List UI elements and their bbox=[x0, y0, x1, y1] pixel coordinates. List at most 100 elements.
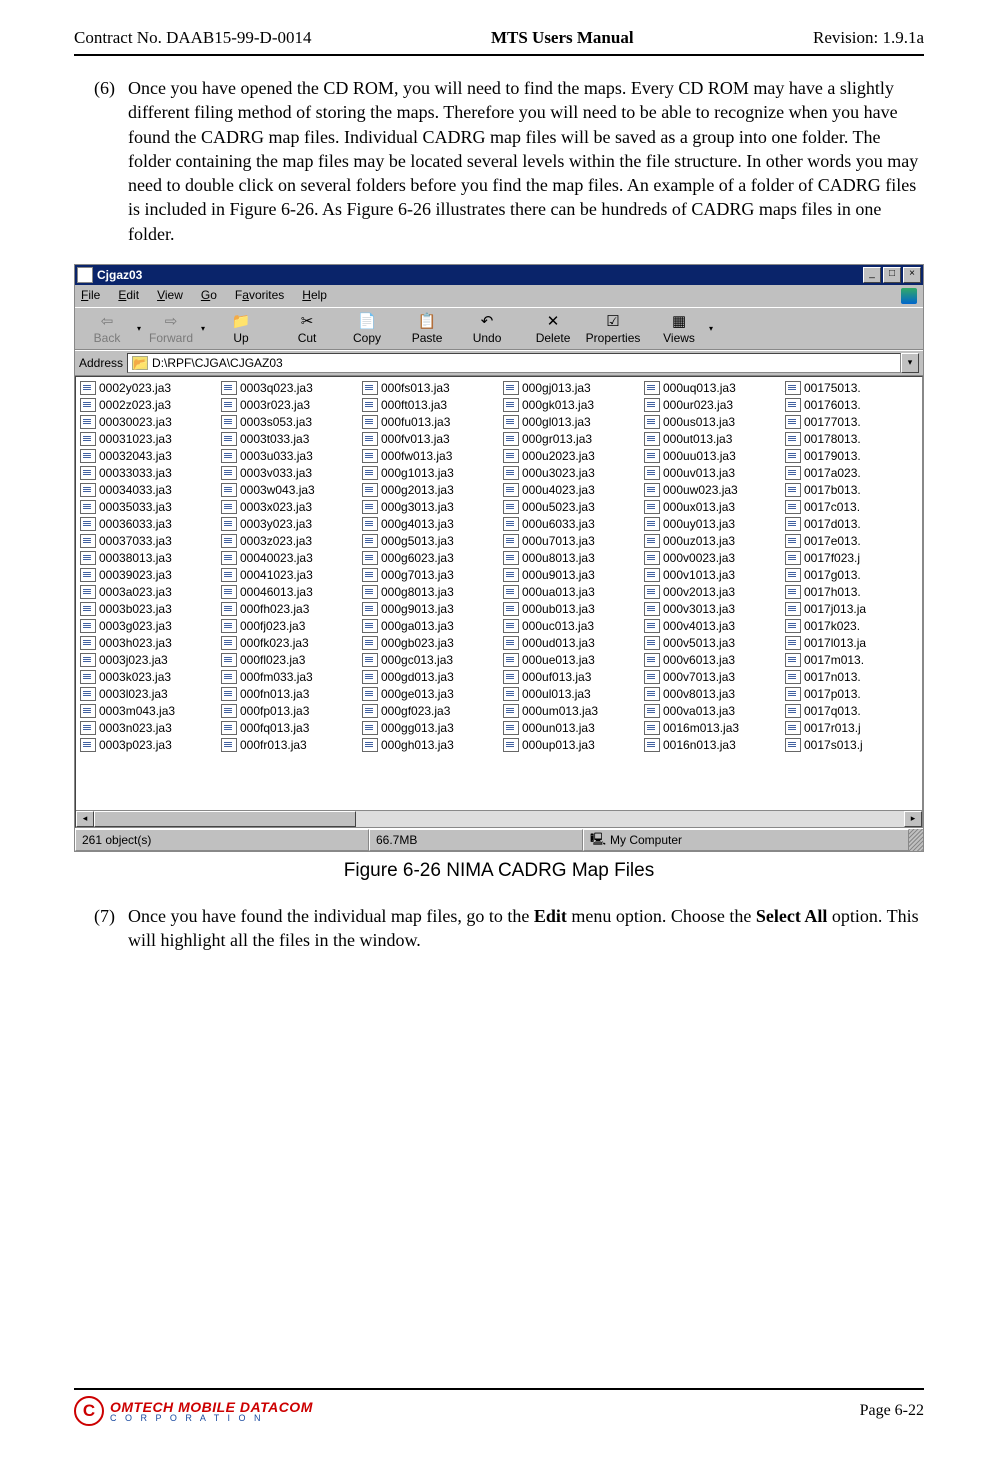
file-item[interactable]: 00039023.ja3 bbox=[80, 566, 217, 583]
file-item[interactable]: 000g2013.ja3 bbox=[362, 481, 499, 498]
file-item[interactable]: 000g1013.ja3 bbox=[362, 464, 499, 481]
file-item[interactable]: 0017r013.j bbox=[785, 719, 922, 736]
file-item[interactable]: 0003s053.ja3 bbox=[221, 413, 358, 430]
address-input[interactable]: 📂 D:\RPF\CJGA\CJGAZ03 bbox=[127, 353, 901, 373]
file-item[interactable]: 00178013. bbox=[785, 430, 922, 447]
file-item[interactable]: 00176013. bbox=[785, 396, 922, 413]
file-item[interactable]: 0003w043.ja3 bbox=[221, 481, 358, 498]
horizontal-scrollbar[interactable]: ◂ ▸ bbox=[76, 810, 922, 827]
file-item[interactable]: 000v3013.ja3 bbox=[644, 600, 781, 617]
file-item[interactable]: 00031023.ja3 bbox=[80, 430, 217, 447]
address-dropdown-icon[interactable]: ▾ bbox=[901, 353, 919, 373]
file-item[interactable]: 000g9013.ja3 bbox=[362, 600, 499, 617]
file-item[interactable]: 000g6023.ja3 bbox=[362, 549, 499, 566]
file-item[interactable]: 00040023.ja3 bbox=[221, 549, 358, 566]
file-item[interactable]: 000ft013.ja3 bbox=[362, 396, 499, 413]
file-item[interactable]: 0003u033.ja3 bbox=[221, 447, 358, 464]
file-item[interactable]: 0016n013.ja3 bbox=[644, 736, 781, 753]
file-item[interactable]: 0002z023.ja3 bbox=[80, 396, 217, 413]
file-item[interactable]: 0003l023.ja3 bbox=[80, 685, 217, 702]
file-item[interactable]: 0017e013. bbox=[785, 532, 922, 549]
file-item[interactable]: 000uy013.ja3 bbox=[644, 515, 781, 532]
file-item[interactable]: 00033033.ja3 bbox=[80, 464, 217, 481]
file-item[interactable]: 000gk013.ja3 bbox=[503, 396, 640, 413]
file-item[interactable]: 000fp013.ja3 bbox=[221, 702, 358, 719]
file-item[interactable]: 0003r023.ja3 bbox=[221, 396, 358, 413]
file-item[interactable]: 0017h013. bbox=[785, 583, 922, 600]
file-item[interactable]: 000v7013.ja3 bbox=[644, 668, 781, 685]
file-item[interactable]: 0003y023.ja3 bbox=[221, 515, 358, 532]
file-item[interactable]: 0003b023.ja3 bbox=[80, 600, 217, 617]
file-item[interactable]: 000ud013.ja3 bbox=[503, 634, 640, 651]
file-item[interactable]: 000ub013.ja3 bbox=[503, 600, 640, 617]
menu-go[interactable]: Go bbox=[201, 288, 217, 304]
file-item[interactable]: 000gd013.ja3 bbox=[362, 668, 499, 685]
file-item[interactable]: 000up013.ja3 bbox=[503, 736, 640, 753]
file-item[interactable]: 000fw013.ja3 bbox=[362, 447, 499, 464]
file-item[interactable]: 000ue013.ja3 bbox=[503, 651, 640, 668]
file-item[interactable]: 000fr013.ja3 bbox=[221, 736, 358, 753]
file-item[interactable]: 000ua013.ja3 bbox=[503, 583, 640, 600]
file-item[interactable]: 00041023.ja3 bbox=[221, 566, 358, 583]
file-item[interactable]: 00046013.ja3 bbox=[221, 583, 358, 600]
file-item[interactable]: 000ge013.ja3 bbox=[362, 685, 499, 702]
file-item[interactable]: 000g8013.ja3 bbox=[362, 583, 499, 600]
cut-button[interactable]: ✂Cut bbox=[277, 310, 337, 347]
file-item[interactable]: 00037033.ja3 bbox=[80, 532, 217, 549]
forward-dropdown-icon[interactable]: ▾ bbox=[201, 324, 205, 333]
file-item[interactable]: 000u9013.ja3 bbox=[503, 566, 640, 583]
file-item[interactable]: 000fk023.ja3 bbox=[221, 634, 358, 651]
file-item[interactable]: 0017b013. bbox=[785, 481, 922, 498]
file-item[interactable]: 00032043.ja3 bbox=[80, 447, 217, 464]
file-item[interactable]: 0003j023.ja3 bbox=[80, 651, 217, 668]
file-item[interactable]: 000fs013.ja3 bbox=[362, 379, 499, 396]
file-item[interactable]: 0003k023.ja3 bbox=[80, 668, 217, 685]
file-item[interactable]: 000ut013.ja3 bbox=[644, 430, 781, 447]
file-item[interactable]: 000fq013.ja3 bbox=[221, 719, 358, 736]
file-item[interactable]: 00177013. bbox=[785, 413, 922, 430]
close-button[interactable]: × bbox=[903, 267, 921, 283]
properties-button[interactable]: ☑Properties bbox=[583, 310, 643, 347]
file-item[interactable]: 000u4023.ja3 bbox=[503, 481, 640, 498]
file-item[interactable]: 000v0023.ja3 bbox=[644, 549, 781, 566]
file-item[interactable]: 0017n013. bbox=[785, 668, 922, 685]
file-item[interactable]: 000v4013.ja3 bbox=[644, 617, 781, 634]
file-item[interactable]: 000gj013.ja3 bbox=[503, 379, 640, 396]
file-item[interactable]: 000uf013.ja3 bbox=[503, 668, 640, 685]
menu-file[interactable]: File bbox=[81, 288, 100, 304]
file-item[interactable]: 00035033.ja3 bbox=[80, 498, 217, 515]
window-titlebar[interactable]: Cjgaz03 _ □ × bbox=[75, 265, 923, 285]
delete-button[interactable]: ✕Delete bbox=[523, 310, 583, 347]
file-item[interactable]: 000u5023.ja3 bbox=[503, 498, 640, 515]
file-item[interactable]: 0017p013. bbox=[785, 685, 922, 702]
file-item[interactable]: 000uu013.ja3 bbox=[644, 447, 781, 464]
file-item[interactable]: 00030023.ja3 bbox=[80, 413, 217, 430]
file-item[interactable]: 000ul013.ja3 bbox=[503, 685, 640, 702]
file-item[interactable]: 000gl013.ja3 bbox=[503, 413, 640, 430]
file-item[interactable]: 000v6013.ja3 bbox=[644, 651, 781, 668]
file-item[interactable]: 000fm033.ja3 bbox=[221, 668, 358, 685]
file-item[interactable]: 000fu013.ja3 bbox=[362, 413, 499, 430]
menu-favorites[interactable]: Favorites bbox=[235, 288, 284, 304]
file-list-pane[interactable]: 0002y023.ja30002z023.ja300030023.ja30003… bbox=[75, 376, 923, 828]
file-item[interactable]: 000um013.ja3 bbox=[503, 702, 640, 719]
file-item[interactable]: 000u8013.ja3 bbox=[503, 549, 640, 566]
file-item[interactable]: 0003x023.ja3 bbox=[221, 498, 358, 515]
file-item[interactable]: 0017s013.j bbox=[785, 736, 922, 753]
file-item[interactable]: 0017l013.ja bbox=[785, 634, 922, 651]
file-item[interactable]: 000ga013.ja3 bbox=[362, 617, 499, 634]
file-item[interactable]: 000uc013.ja3 bbox=[503, 617, 640, 634]
back-button[interactable]: ⇦Back bbox=[77, 310, 137, 347]
file-item[interactable]: 0017k023. bbox=[785, 617, 922, 634]
file-item[interactable]: 0002y023.ja3 bbox=[80, 379, 217, 396]
views-button[interactable]: ▦Views bbox=[649, 310, 709, 347]
paste-button[interactable]: 📋Paste bbox=[397, 310, 457, 347]
file-item[interactable]: 0017j013.ja bbox=[785, 600, 922, 617]
file-item[interactable]: 0016m013.ja3 bbox=[644, 719, 781, 736]
scroll-track[interactable] bbox=[94, 811, 904, 827]
file-item[interactable]: 000g4013.ja3 bbox=[362, 515, 499, 532]
file-item[interactable]: 0017g013. bbox=[785, 566, 922, 583]
views-dropdown-icon[interactable]: ▾ bbox=[709, 324, 713, 333]
file-item[interactable]: 000gf023.ja3 bbox=[362, 702, 499, 719]
file-item[interactable]: 00034033.ja3 bbox=[80, 481, 217, 498]
